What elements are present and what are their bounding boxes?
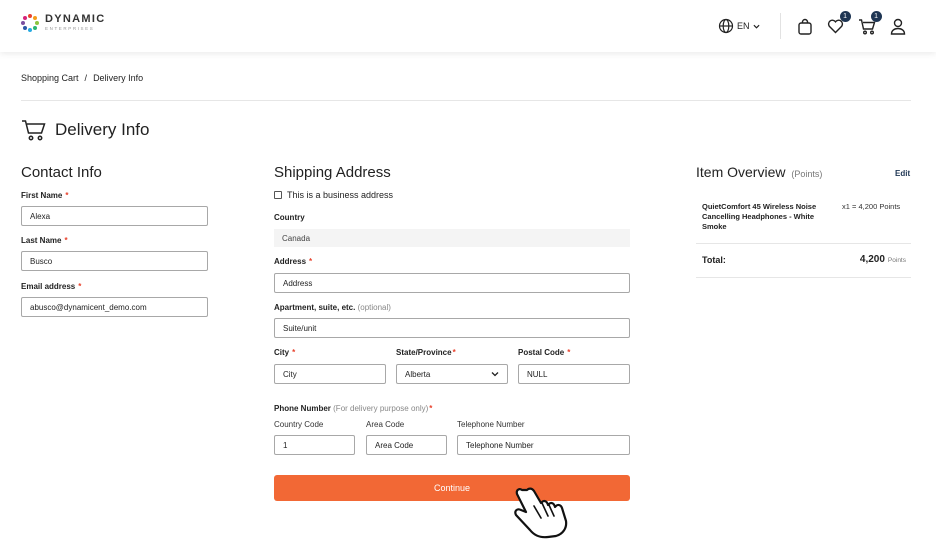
telephone-number-label: Telephone Number bbox=[457, 420, 525, 429]
overview-divider bbox=[696, 277, 911, 278]
apartment-label: Apartment, suite, etc. (optional) bbox=[274, 303, 391, 312]
brand-logo[interactable]: DYNAMIC ENTERPRISES bbox=[20, 13, 105, 33]
state-province-label: State/Province* bbox=[396, 348, 456, 357]
country-value: Canada bbox=[274, 229, 630, 247]
item-name: QuietComfort 45 Wireless Noise Cancellin… bbox=[702, 202, 817, 231]
breadcrumb: Shopping Cart / Delivery Info bbox=[21, 73, 143, 83]
total-value: 4,200 Points bbox=[859, 254, 906, 265]
overview-divider bbox=[696, 243, 911, 244]
total-label: Total: bbox=[702, 255, 726, 265]
language-label: EN bbox=[737, 21, 750, 31]
cart-count-badge: 1 bbox=[870, 11, 882, 22]
country-label: Country bbox=[274, 213, 305, 222]
postal-code-label: Postal Code * bbox=[518, 348, 571, 357]
shopping-cart-icon bbox=[22, 120, 46, 141]
account-button[interactable] bbox=[888, 16, 908, 36]
address-input[interactable]: Address bbox=[274, 273, 630, 293]
header-divider bbox=[779, 13, 781, 39]
shopping-bag-button[interactable] bbox=[795, 16, 815, 36]
continue-button[interactable]: Continue bbox=[274, 475, 630, 501]
address-label: Address * bbox=[274, 257, 313, 266]
globe-icon bbox=[718, 18, 734, 34]
email-input[interactable]: abusco@dynamicent_demo.com bbox=[21, 297, 208, 317]
last-name-label: Last Name * bbox=[21, 236, 68, 245]
brand-subtitle: ENTERPRISES bbox=[45, 26, 95, 32]
business-address-label: This is a business address bbox=[287, 190, 394, 200]
last-name-input[interactable]: Busco bbox=[21, 251, 208, 271]
breadcrumb-shopping-cart[interactable]: Shopping Cart bbox=[21, 73, 79, 83]
chevron-down-icon bbox=[491, 372, 499, 377]
item-overview-heading: Item Overview (Points) bbox=[696, 164, 823, 180]
telephone-number-input[interactable]: Telephone Number bbox=[457, 435, 630, 455]
user-icon bbox=[890, 18, 905, 35]
business-address-checkbox[interactable] bbox=[274, 191, 282, 199]
brand-name: DYNAMIC bbox=[45, 13, 106, 26]
chevron-down-icon bbox=[752, 24, 760, 29]
page-title: Delivery Info bbox=[55, 120, 150, 139]
breadcrumb-delivery-info: Delivery Info bbox=[93, 73, 144, 83]
area-code-input[interactable]: Area Code bbox=[366, 435, 447, 455]
first-name-input[interactable]: Alexa bbox=[21, 206, 208, 226]
apartment-input[interactable]: Suite/unit bbox=[274, 318, 630, 338]
breadcrumb-separator: / bbox=[84, 73, 88, 83]
state-province-value: Alberta bbox=[405, 369, 431, 379]
divider-line bbox=[21, 100, 911, 101]
contact-info-heading: Contact Info bbox=[21, 164, 102, 181]
city-label: City * bbox=[274, 348, 296, 357]
postal-code-input[interactable]: NULL bbox=[518, 364, 630, 384]
wishlist-button[interactable]: 1 bbox=[826, 11, 851, 36]
city-input[interactable]: City bbox=[274, 364, 386, 384]
cart-button[interactable]: 1 bbox=[857, 11, 882, 36]
business-address-row: This is a business address bbox=[274, 190, 393, 200]
shipping-address-heading: Shipping Address bbox=[274, 164, 391, 181]
wishlist-count-badge: 1 bbox=[839, 11, 851, 22]
email-label: Email address * bbox=[21, 282, 82, 291]
phone-number-label: Phone Number (For delivery purpose only)… bbox=[274, 404, 433, 413]
language-selector[interactable]: EN bbox=[718, 18, 760, 34]
state-province-select[interactable]: Alberta bbox=[396, 364, 508, 384]
header-actions: EN 1 1 bbox=[718, 11, 919, 39]
area-code-label: Area Code bbox=[366, 420, 405, 429]
country-code-input[interactable]: 1 bbox=[274, 435, 355, 455]
page-title-row: Delivery Info bbox=[21, 119, 149, 141]
item-quantity-points: x1 = 4,200 Points bbox=[842, 202, 901, 211]
logo-mark-icon bbox=[21, 14, 39, 32]
top-header: DYNAMIC ENTERPRISES EN 1 1 bbox=[0, 0, 936, 52]
hand-pointer-cursor-icon bbox=[514, 487, 568, 539]
first-name-label: First Name * bbox=[21, 191, 69, 200]
shopping-bag-icon bbox=[797, 18, 812, 35]
country-code-label: Country Code bbox=[274, 420, 324, 429]
edit-link[interactable]: Edit bbox=[895, 169, 910, 178]
